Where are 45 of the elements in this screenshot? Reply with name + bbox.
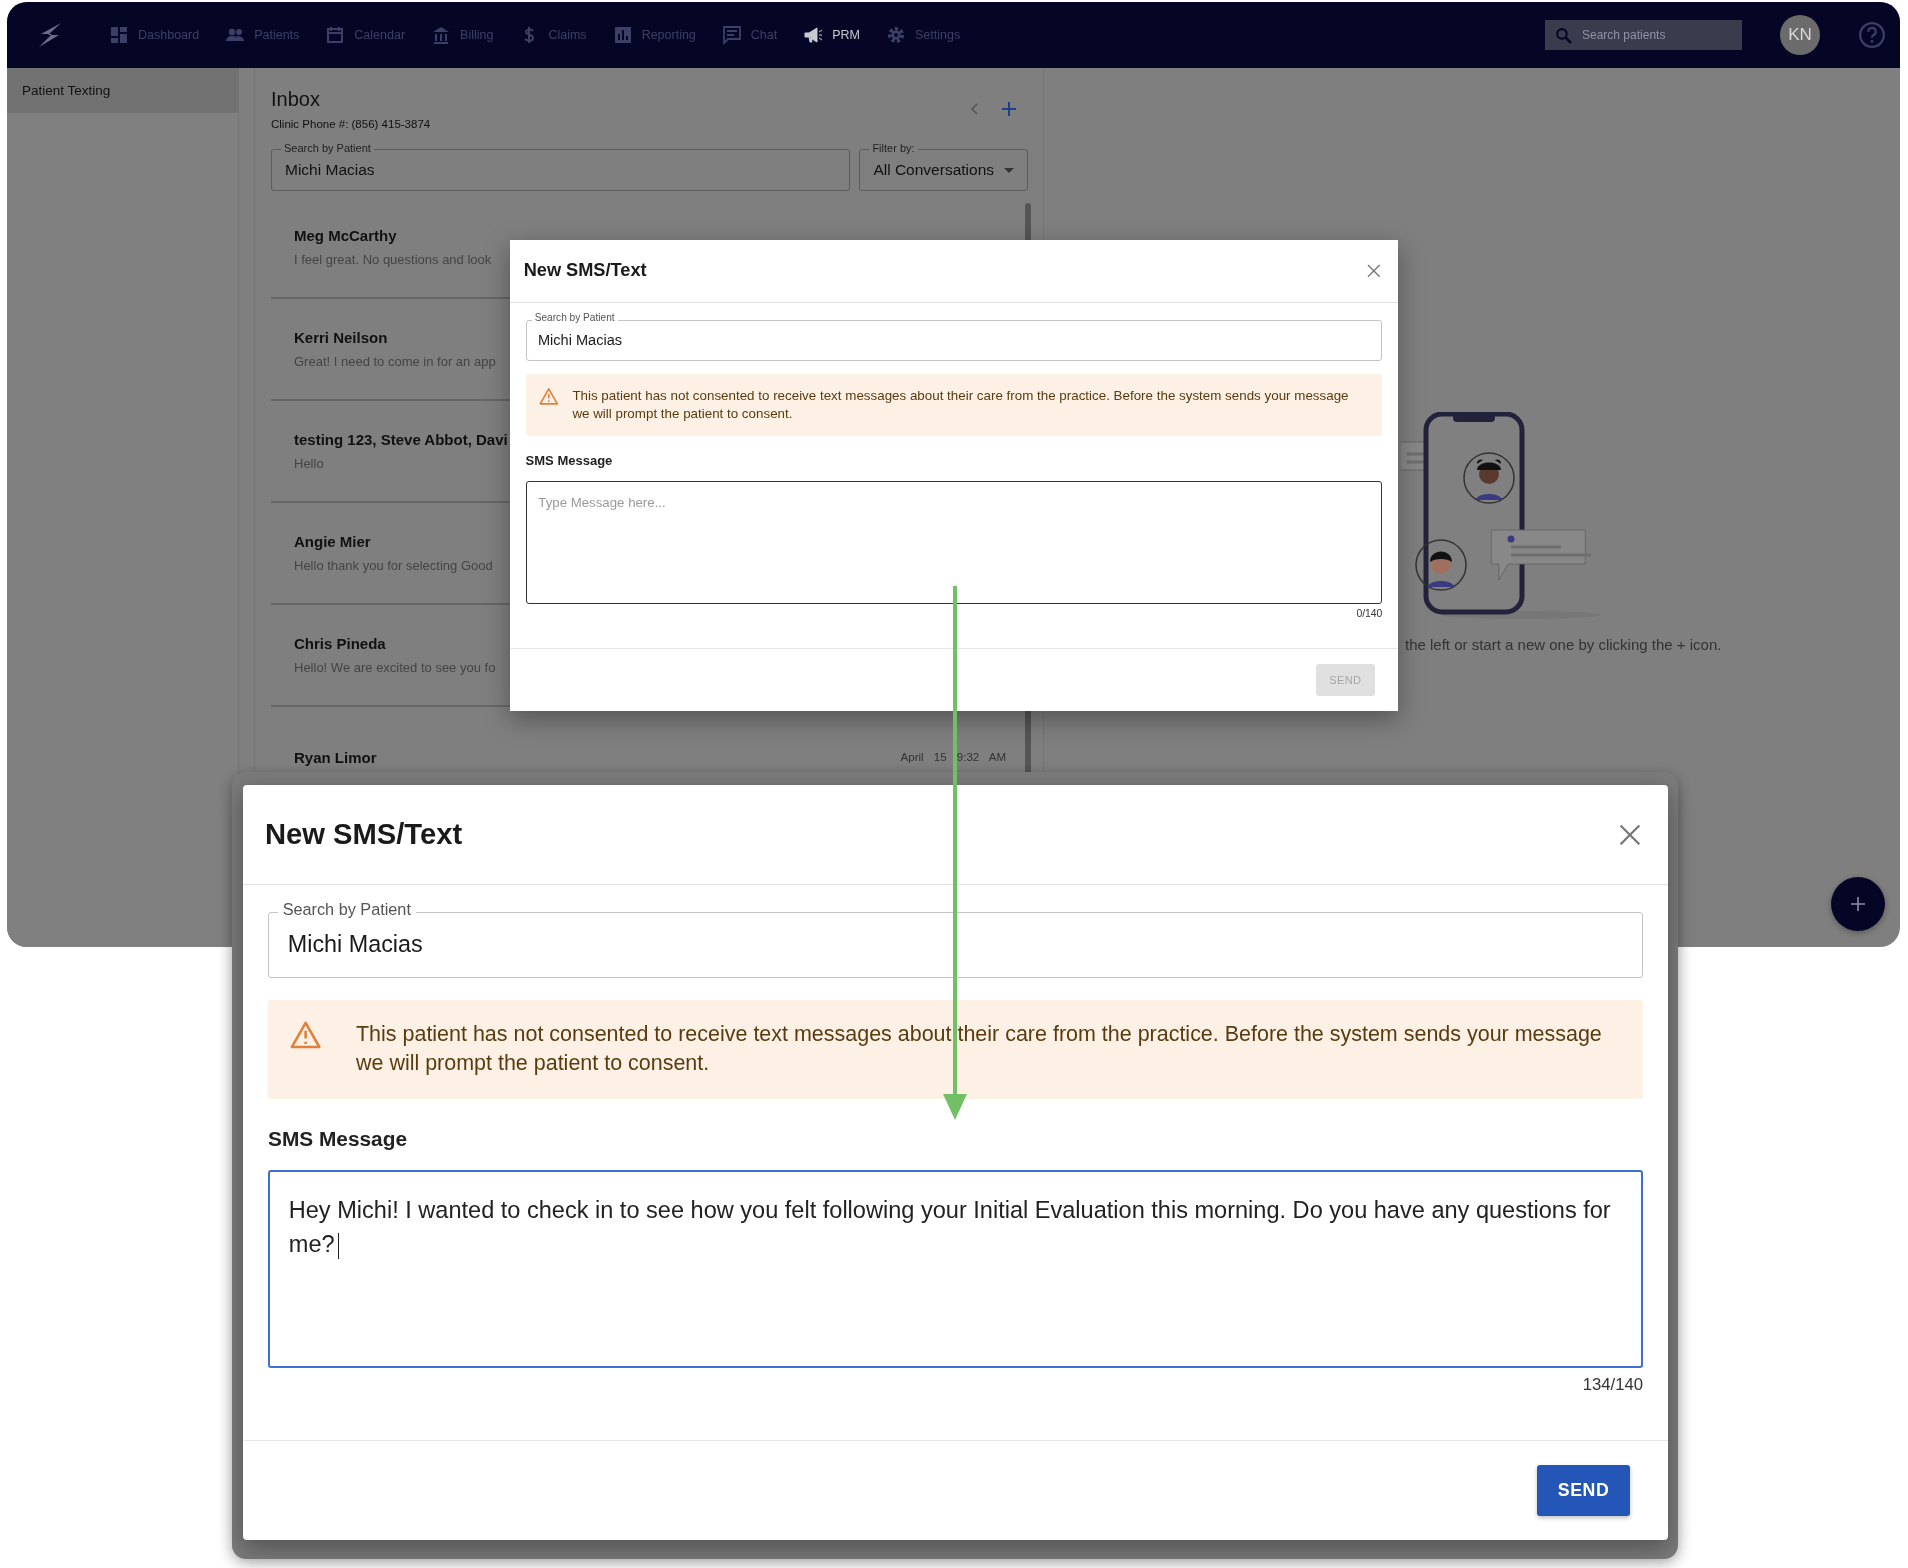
chat-icon — [721, 25, 742, 45]
nav-item[interactable]: Settings — [886, 25, 961, 45]
nav-item[interactable]: Patients — [225, 25, 300, 45]
send-button[interactable]: SEND — [1536, 1465, 1631, 1516]
patient-search-field[interactable]: Search by Patient Michi Macias — [525, 311, 1383, 361]
warning-icon — [289, 1019, 322, 1049]
nav-item[interactable]: Reporting — [612, 25, 696, 45]
dialog-title: New SMS/Text — [264, 818, 463, 851]
patient-search-field[interactable]: Search by Patient Michi Macias — [271, 141, 851, 191]
search-field[interactable]: Search patients — [1545, 20, 1742, 50]
nav-item[interactable]: Calendar — [325, 25, 406, 45]
warning-text: This patient has not consented to receive text messages about their care from the practice. Before the system sends your message we will prompt the patient to consent. — [356, 1020, 1603, 1078]
clinic-phone: Clinic Phone #: (856) 415-3874 — [271, 118, 432, 130]
message-label: SMS Message — [525, 453, 614, 469]
message-label: SMS Message — [268, 1126, 409, 1151]
patient-search-field[interactable]: Search by Patient Michi Macias — [268, 899, 1643, 978]
add-button[interactable] — [1831, 877, 1885, 931]
dialog-title: New SMS/Text — [523, 260, 647, 282]
nav-item[interactable]: Billing — [431, 25, 494, 45]
plus-icon[interactable] — [1001, 101, 1017, 117]
settings-icon — [886, 25, 906, 45]
calendar-icon — [325, 25, 346, 45]
megaphone-icon — [803, 25, 824, 45]
close-icon[interactable] — [1619, 823, 1641, 846]
empty-state-text: the left or start a new one by clicking the + icon. — [1405, 636, 1723, 653]
dashboard-icon — [109, 25, 129, 45]
message-input[interactable]: Hey Michi! I wanted to check in to see how you felt following your Initial Evaluation this morning. Do you have any questions for me? — [268, 1170, 1643, 1368]
nav-item[interactable]: Dashboard — [109, 25, 200, 45]
warning-text: This patient has not consented to receive text messages about their care from the practice. Before the system sends your message we will prompt the patient to consent. — [572, 386, 1350, 424]
user-avatar[interactable]: KN — [1780, 15, 1820, 55]
character-counter: 134/140 — [1582, 1374, 1643, 1395]
filter-dropdown[interactable]: Filter by: All Conversations — [859, 141, 1028, 191]
close-icon[interactable] — [1367, 264, 1382, 278]
bar-chart-icon — [612, 25, 633, 45]
warning-icon — [539, 386, 559, 405]
dropdown-caret-icon — [1004, 167, 1014, 173]
character-counter: 0/140 — [1356, 608, 1383, 620]
message-input[interactable]: Type Message here... — [525, 480, 1383, 604]
plus-icon — [1850, 896, 1866, 912]
inbox-title: Inbox — [271, 88, 321, 111]
nav-item[interactable]: Claims — [519, 25, 587, 45]
search-icon — [1555, 26, 1572, 44]
sidebar-item[interactable]: Patient Texting — [7, 68, 238, 113]
nav-item[interactable]: Chat — [721, 25, 778, 45]
nav-item[interactable]: PRM — [803, 25, 860, 45]
